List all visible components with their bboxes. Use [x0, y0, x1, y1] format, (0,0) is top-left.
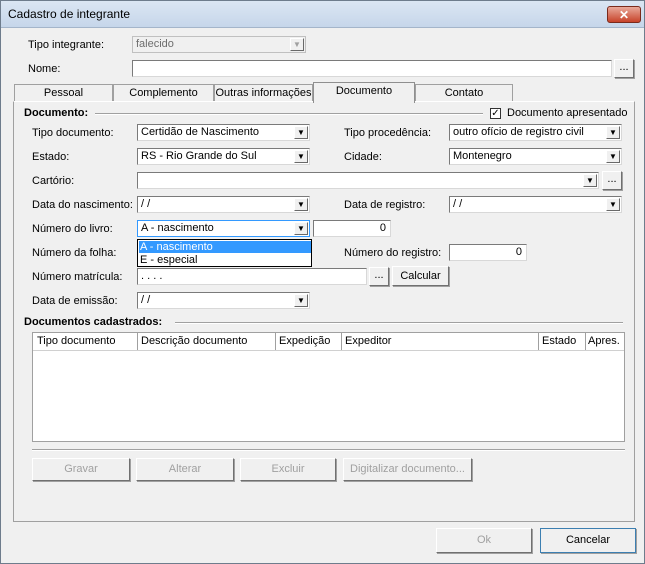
- numero-registro-label: Número do registro:: [344, 247, 442, 259]
- data-emissao-picker[interactable]: / / ▼: [137, 292, 310, 309]
- tipo-procedencia-value: outro ofício de registro civil: [453, 126, 584, 138]
- chevron-down-icon: ▼: [583, 174, 597, 187]
- numero-matricula-field[interactable]: . . . .: [137, 268, 367, 285]
- estado-value: RS - Rio Grande do Sul: [141, 150, 257, 162]
- column-expeditor[interactable]: Expeditor: [345, 335, 391, 347]
- check-icon: ✓: [491, 108, 500, 119]
- chevron-down-icon: ▼: [294, 294, 308, 307]
- chevron-down-icon: ▼: [290, 38, 304, 51]
- chevron-down-icon: ▼: [294, 126, 308, 139]
- data-nascimento-picker[interactable]: / / ▼: [137, 196, 310, 213]
- documentos-grid[interactable]: Tipo documento Descrição documento Exped…: [32, 332, 625, 442]
- tipo-integrante-value: falecido: [136, 38, 174, 50]
- cidade-value: Montenegro: [453, 150, 512, 162]
- nome-field[interactable]: [132, 60, 612, 77]
- column-expedicao[interactable]: Expedição: [279, 335, 330, 347]
- documento-group-label: Documento:: [24, 107, 89, 119]
- data-registro-label: Data de registro:: [344, 199, 426, 211]
- column-tipo-documento[interactable]: Tipo documento: [37, 335, 115, 347]
- tipo-procedencia-select[interactable]: outro ofício de registro civil ▼: [449, 124, 622, 141]
- column-divider: [275, 333, 276, 350]
- chevron-down-icon: ▼: [606, 198, 620, 211]
- group-divider: [175, 322, 623, 324]
- window-title: Cadastro de integrante: [8, 7, 131, 21]
- dialog-window: Cadastro de integrante ✕ Tipo integrante…: [0, 0, 645, 564]
- data-registro-value: / /: [453, 198, 463, 210]
- grid-header: Tipo documento Descrição documento Exped…: [33, 333, 624, 351]
- gravar-button[interactable]: Gravar: [32, 458, 130, 481]
- cartorio-browse-button[interactable]: ...: [602, 171, 622, 190]
- column-divider: [137, 333, 138, 350]
- tipo-documento-select[interactable]: Certidão de Nascimento ▼: [137, 124, 310, 141]
- column-divider: [585, 333, 586, 350]
- group-divider: [95, 113, 483, 115]
- column-estado[interactable]: Estado: [542, 335, 576, 347]
- chevron-down-icon: ▼: [294, 150, 308, 163]
- nome-label: Nome:: [28, 63, 61, 75]
- tipo-integrante-select: falecido ▼: [132, 36, 306, 53]
- numero-livro-label: Número do livro:: [32, 223, 113, 235]
- cidade-label: Cidade:: [344, 151, 382, 163]
- tab-documento[interactable]: Documento: [313, 82, 415, 103]
- numero-folha-label: Número da folha:: [32, 247, 117, 259]
- nome-browse-button[interactable]: ...: [614, 59, 634, 78]
- tipo-integrante-label: Tipo integrante:: [28, 39, 105, 51]
- chevron-down-icon: ▼: [294, 198, 308, 211]
- alterar-button[interactable]: Alterar: [136, 458, 234, 481]
- tab-pessoal[interactable]: Pessoal: [14, 84, 113, 101]
- data-emissao-value: / /: [141, 294, 151, 306]
- title-bar: Cadastro de integrante ✕: [1, 1, 644, 28]
- tab-contato[interactable]: Contato: [415, 84, 513, 101]
- numero-registro-field[interactable]: 0: [449, 244, 527, 261]
- close-button[interactable]: ✕: [607, 6, 641, 23]
- dropdown-option-a-nascimento[interactable]: A - nascimento: [139, 241, 311, 253]
- tipo-documento-label: Tipo documento:: [32, 127, 114, 139]
- column-descricao-documento[interactable]: Descrição documento: [141, 335, 247, 347]
- documentos-cadastrados-label: Documentos cadastrados:: [24, 316, 163, 328]
- numero-livro-value: A - nascimento: [141, 222, 214, 234]
- data-registro-picker[interactable]: / / ▼: [449, 196, 622, 213]
- documento-apresentado-checkbox[interactable]: ✓: [490, 108, 501, 119]
- ok-button[interactable]: Ok: [436, 528, 532, 553]
- tipo-procedencia-label: Tipo procedência:: [344, 127, 432, 139]
- actions-divider: [32, 449, 625, 451]
- column-apres[interactable]: Apres.: [588, 335, 620, 347]
- column-divider: [341, 333, 342, 350]
- numero-livro-select[interactable]: A - nascimento ▼: [137, 220, 310, 237]
- estado-select[interactable]: RS - Rio Grande do Sul ▼: [137, 148, 310, 165]
- tipo-documento-value: Certidão de Nascimento: [141, 126, 260, 138]
- excluir-button[interactable]: Excluir: [240, 458, 336, 481]
- matricula-browse-button[interactable]: ...: [369, 267, 389, 286]
- chevron-down-icon: ▼: [606, 150, 620, 163]
- cidade-select[interactable]: Montenegro ▼: [449, 148, 622, 165]
- data-nascimento-label: Data do nascimento:: [32, 199, 133, 211]
- calcular-button[interactable]: Calcular: [392, 266, 449, 286]
- data-nascimento-value: / /: [141, 198, 151, 210]
- numero-livro-number-field[interactable]: 0: [313, 220, 391, 237]
- tab-complemento[interactable]: Complemento: [113, 84, 214, 101]
- column-divider: [538, 333, 539, 350]
- estado-label: Estado:: [32, 151, 70, 163]
- cartorio-select[interactable]: ▼: [137, 172, 599, 189]
- tab-outras-informacoes[interactable]: Outras informações: [214, 84, 313, 101]
- numero-matricula-label: Número matrícula:: [32, 271, 123, 283]
- chevron-down-icon: ▼: [606, 126, 620, 139]
- cancelar-button[interactable]: Cancelar: [540, 528, 636, 553]
- cartorio-label: Cartório:: [32, 175, 75, 187]
- numero-livro-dropdown-list: A - nascimento E - especial: [137, 239, 312, 267]
- dropdown-option-e-especial[interactable]: E - especial: [139, 254, 311, 266]
- chevron-down-icon: ▼: [294, 222, 308, 235]
- documento-apresentado-label: Documento apresentado: [507, 107, 628, 119]
- digitalizar-documento-button[interactable]: Digitalizar documento...: [343, 458, 472, 481]
- data-emissao-label: Data de emissão:: [32, 295, 118, 307]
